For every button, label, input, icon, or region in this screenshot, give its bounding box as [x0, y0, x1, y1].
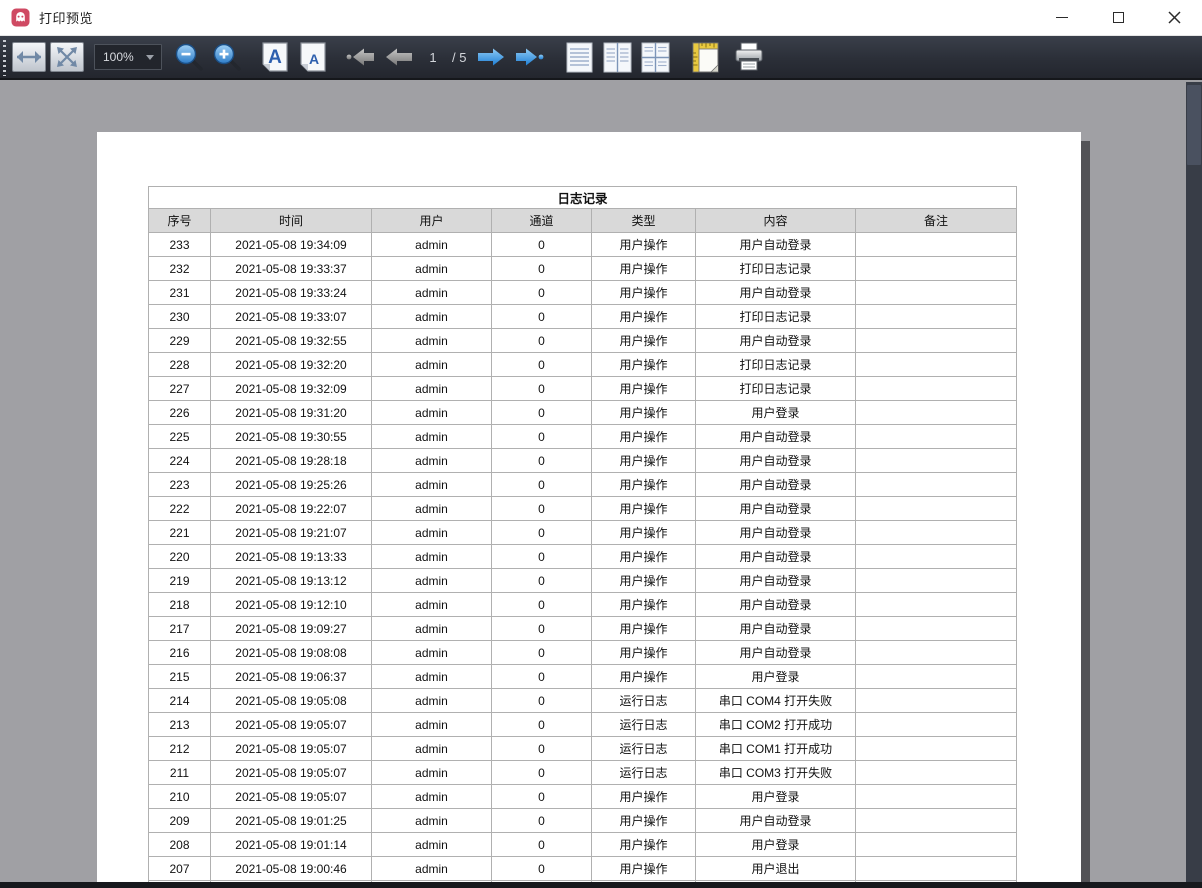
table-header-row: 序号时间用户通道类型内容备注 [149, 209, 1017, 233]
fit-page-icon [56, 46, 78, 68]
two-page-view-button[interactable] [600, 40, 634, 74]
table-row: 2112021-05-08 19:05:07admin0运行日志串口 COM3 … [149, 761, 1017, 785]
zoom-in-icon [212, 42, 242, 72]
next-page-button[interactable] [474, 40, 508, 74]
table-row: 2132021-05-08 19:05:07admin0运行日志串口 COM2 … [149, 713, 1017, 737]
table-row: 2092021-05-08 19:01:25admin0用户操作用户自动登录 [149, 809, 1017, 833]
titlebar: 打印预览 [0, 0, 1202, 36]
table-row: 2292021-05-08 19:32:55admin0用户操作用户自动登录 [149, 329, 1017, 353]
print-preview-window: 打印预览 100% [0, 0, 1202, 888]
table-row: 2312021-05-08 19:33:24admin0用户操作用户自动登录 [149, 281, 1017, 305]
minimize-button[interactable] [1034, 0, 1090, 35]
vertical-scrollbar-thumb[interactable] [1187, 85, 1201, 165]
one-page-view-icon [566, 42, 593, 73]
table-row: 2262021-05-08 19:31:20admin0用户操作用户登录 [149, 401, 1017, 425]
column-header: 时间 [211, 209, 372, 233]
print-icon [733, 42, 765, 72]
table-row: 2152021-05-08 19:06:37admin0用户操作用户登录 [149, 665, 1017, 689]
table-row: 2282021-05-08 19:32:20admin0用户操作打印日志记录 [149, 353, 1017, 377]
table-row: 2242021-05-08 19:28:18admin0用户操作用户自动登录 [149, 449, 1017, 473]
table-row: 2252021-05-08 19:30:55admin0用户操作用户自动登录 [149, 425, 1017, 449]
app-icon [11, 8, 30, 27]
svg-text:A: A [309, 51, 319, 67]
table-row: 2192021-05-08 19:13:12admin0用户操作用户自动登录 [149, 569, 1017, 593]
zoom-out-icon [174, 42, 204, 72]
table-row: 2202021-05-08 19:13:33admin0用户操作用户自动登录 [149, 545, 1017, 569]
print-button[interactable] [732, 40, 766, 74]
page-setup-button[interactable] [688, 40, 722, 74]
table-row: 2102021-05-08 19:05:07admin0用户操作用户登录 [149, 785, 1017, 809]
one-page-view-button[interactable] [562, 40, 596, 74]
fit-width-button[interactable] [12, 42, 46, 72]
font-smaller-button[interactable]: A [296, 40, 330, 74]
zoom-level-select[interactable]: 100% [94, 44, 162, 70]
maximize-icon [1113, 12, 1124, 23]
table-row: 2162021-05-08 19:08:08admin0用户操作用户自动登录 [149, 641, 1017, 665]
four-page-view-button[interactable] [638, 40, 672, 74]
log-table: 日志记录 序号时间用户通道类型内容备注 2332021-05-08 19:34:… [148, 186, 1017, 882]
preview-area: 日志记录 序号时间用户通道类型内容备注 2332021-05-08 19:34:… [0, 82, 1202, 882]
table-row: 2142021-05-08 19:05:08admin0运行日志串口 COM4 … [149, 689, 1017, 713]
page-setup-icon [692, 42, 719, 73]
window-title: 打印预览 [39, 8, 93, 27]
toolbar: 100% [0, 36, 1202, 80]
page-indicator: 1 / 5 [424, 50, 466, 65]
close-icon [1168, 11, 1181, 24]
next-page-icon [477, 46, 505, 68]
first-page-icon [346, 46, 376, 68]
maximize-button[interactable] [1090, 0, 1146, 35]
table-row: 2122021-05-08 19:05:07admin0运行日志串口 COM1 … [149, 737, 1017, 761]
table-row: 2302021-05-08 19:33:07admin0用户操作打印日志记录 [149, 305, 1017, 329]
table-row: 2232021-05-08 19:25:26admin0用户操作用户自动登录 [149, 473, 1017, 497]
last-page-icon [514, 46, 544, 68]
column-header: 通道 [492, 209, 592, 233]
table-title: 日志记录 [149, 187, 1017, 209]
four-page-view-icon [641, 42, 670, 73]
preview-page: 日志记录 序号时间用户通道类型内容备注 2332021-05-08 19:34:… [97, 132, 1081, 882]
column-header: 用户 [372, 209, 492, 233]
prev-page-button[interactable] [382, 40, 416, 74]
font-smaller-icon: A [300, 42, 326, 72]
table-row: 2322021-05-08 19:33:37admin0用户操作打印日志记录 [149, 257, 1017, 281]
column-header: 序号 [149, 209, 211, 233]
page-total-label: / 5 [452, 50, 466, 65]
last-page-button[interactable] [512, 40, 546, 74]
table-row: 2082021-05-08 19:01:14admin0用户操作用户登录 [149, 833, 1017, 857]
prev-page-icon [385, 46, 413, 68]
zoom-out-button[interactable] [172, 40, 206, 74]
table-title-row: 日志记录 [149, 187, 1017, 209]
table-row: 2072021-05-08 19:00:46admin0用户操作用户退出 [149, 857, 1017, 881]
page-number-input[interactable]: 1 [424, 50, 442, 65]
toolbar-gripper[interactable] [3, 40, 6, 76]
table-row: 2272021-05-08 19:32:09admin0用户操作打印日志记录 [149, 377, 1017, 401]
table-row: 2332021-05-08 19:34:09admin0用户操作用户自动登录 [149, 233, 1017, 257]
column-header: 内容 [696, 209, 856, 233]
font-larger-button[interactable]: A [258, 40, 292, 74]
fit-width-icon [16, 49, 42, 65]
two-page-view-icon [603, 42, 632, 73]
zoom-in-button[interactable] [210, 40, 244, 74]
first-page-button[interactable] [344, 40, 378, 74]
fit-page-button[interactable] [50, 42, 84, 72]
font-larger-icon: A [262, 42, 288, 72]
column-header: 备注 [856, 209, 1017, 233]
chevron-down-icon [146, 55, 154, 60]
svg-text:A: A [268, 47, 282, 68]
table-row: 2222021-05-08 19:22:07admin0用户操作用户自动登录 [149, 497, 1017, 521]
table-row: 2172021-05-08 19:09:27admin0用户操作用户自动登录 [149, 617, 1017, 641]
table-row: 2212021-05-08 19:21:07admin0用户操作用户自动登录 [149, 521, 1017, 545]
minimize-icon [1056, 17, 1068, 18]
table-row: 2182021-05-08 19:12:10admin0用户操作用户自动登录 [149, 593, 1017, 617]
column-header: 类型 [592, 209, 696, 233]
horizontal-scrollbar[interactable] [0, 882, 1202, 888]
vertical-scrollbar[interactable] [1186, 82, 1202, 882]
zoom-level-value: 100% [95, 50, 146, 64]
close-button[interactable] [1146, 0, 1202, 35]
